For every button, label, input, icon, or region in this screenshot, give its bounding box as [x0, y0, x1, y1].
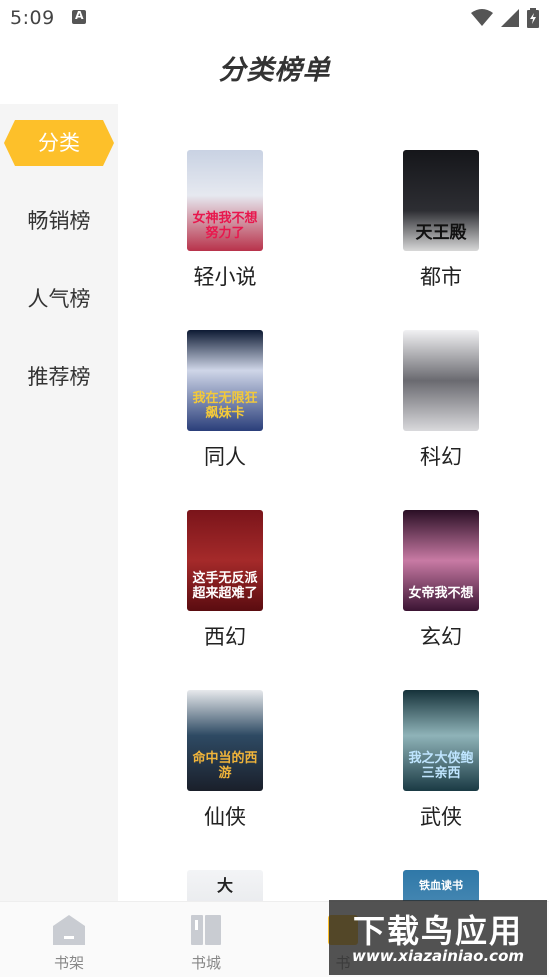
sidebar-item-label: 推荐榜 [27, 365, 91, 389]
book-cover: 女神我不想努力了 [187, 150, 263, 251]
category-card-urban[interactable]: 天王殿 都市 [381, 150, 501, 291]
watermark: 下载鸟应用 www.xiazainiao.com [329, 900, 547, 975]
books-icon [188, 912, 224, 948]
category-card-light-novel[interactable]: 女神我不想努力了 轻小说 [165, 150, 285, 291]
book-cover: 女帝我不想 [403, 510, 479, 611]
category-card-scifi[interactable]: 科幻 [381, 330, 501, 471]
cover-title: 天王殿 [415, 223, 467, 243]
category-label: 科幻 [420, 445, 462, 469]
book-cover: 大 [187, 870, 263, 901]
page-title: 分类榜单 [218, 55, 331, 86]
category-label: 玄幻 [420, 625, 462, 649]
cover-title: 女神我不想努力了 [192, 211, 258, 241]
tab-bookshelf[interactable]: 书架 [29, 912, 109, 973]
sidebar-item-label: 人气榜 [27, 287, 91, 311]
watermark-url: www.xiazainiao.com [351, 947, 525, 965]
tab-bookstore[interactable]: 书城 [166, 912, 246, 973]
category-label: 武侠 [420, 805, 462, 829]
cover-title: 铁血读书 [419, 879, 463, 892]
category-label: 同人 [204, 445, 246, 469]
category-label: 轻小说 [193, 265, 257, 289]
book-cover [403, 330, 479, 431]
book-cover: 这手无反派超来超难了 [187, 510, 263, 611]
category-label: 西幻 [204, 625, 246, 649]
cover-title: 大 [216, 876, 233, 895]
category-card-fanfic[interactable]: 我在无限狂飙妹卡 同人 [165, 330, 285, 471]
category-card-wuxia[interactable]: 我之大侠鲍三亲西 武侠 [381, 690, 501, 831]
book-cover: 我在无限狂飙妹卡 [187, 330, 263, 431]
sidebar: 分类 畅销榜 人气榜 推荐榜 [0, 104, 118, 901]
status-time: 5:09 [10, 7, 55, 29]
category-label: 都市 [420, 265, 462, 289]
book-cover: 命中当的西游 [187, 690, 263, 791]
category-card-xianxia[interactable]: 命中当的西游 仙侠 [165, 690, 285, 831]
watermark-title: 下载鸟应用 [352, 912, 523, 950]
sidebar-item-recommended[interactable]: 推荐榜 [0, 354, 118, 400]
category-label: 仙侠 [204, 805, 246, 829]
book-cover: 天王殿 [403, 150, 479, 251]
signal-icon [501, 9, 519, 27]
status-bar: 5:09 [0, 0, 549, 38]
category-card-partial-2[interactable]: 铁血读书 [381, 870, 501, 901]
status-icons [471, 8, 539, 28]
notification-a-icon [72, 9, 86, 24]
sidebar-item-popular[interactable]: 人气榜 [0, 276, 118, 322]
house-icon [51, 912, 87, 948]
sidebar-item-label: 畅销榜 [27, 209, 91, 233]
book-cover: 铁血读书 [403, 870, 479, 901]
sidebar-item-label: 分类 [38, 131, 80, 155]
sidebar-item-bestseller[interactable]: 畅销榜 [0, 198, 118, 244]
battery-icon [527, 8, 539, 28]
cover-title: 这手无反派超来超难了 [192, 571, 258, 601]
cover-title: 女帝我不想 [408, 586, 474, 601]
category-card-xuanhuan[interactable]: 女帝我不想 玄幻 [381, 510, 501, 651]
tab-label: 书架 [53, 954, 84, 972]
category-card-partial-1[interactable]: 大 [165, 870, 285, 901]
category-card-western-fantasy[interactable]: 这手无反派超来超难了 西幻 [165, 510, 285, 651]
cover-title: 命中当的西游 [192, 751, 258, 781]
cover-title: 我之大侠鲍三亲西 [408, 751, 474, 781]
category-grid: 女神我不想努力了 轻小说 天王殿 都市 我在无限狂飙妹卡 同人 科幻 这手无反派… [118, 104, 549, 901]
wifi-icon [471, 9, 493, 26]
tab-label: 书城 [190, 954, 221, 972]
cover-title: 我在无限狂飙妹卡 [192, 391, 258, 421]
sidebar-item-category[interactable]: 分类 [4, 120, 114, 166]
book-cover: 我之大侠鲍三亲西 [403, 690, 479, 791]
